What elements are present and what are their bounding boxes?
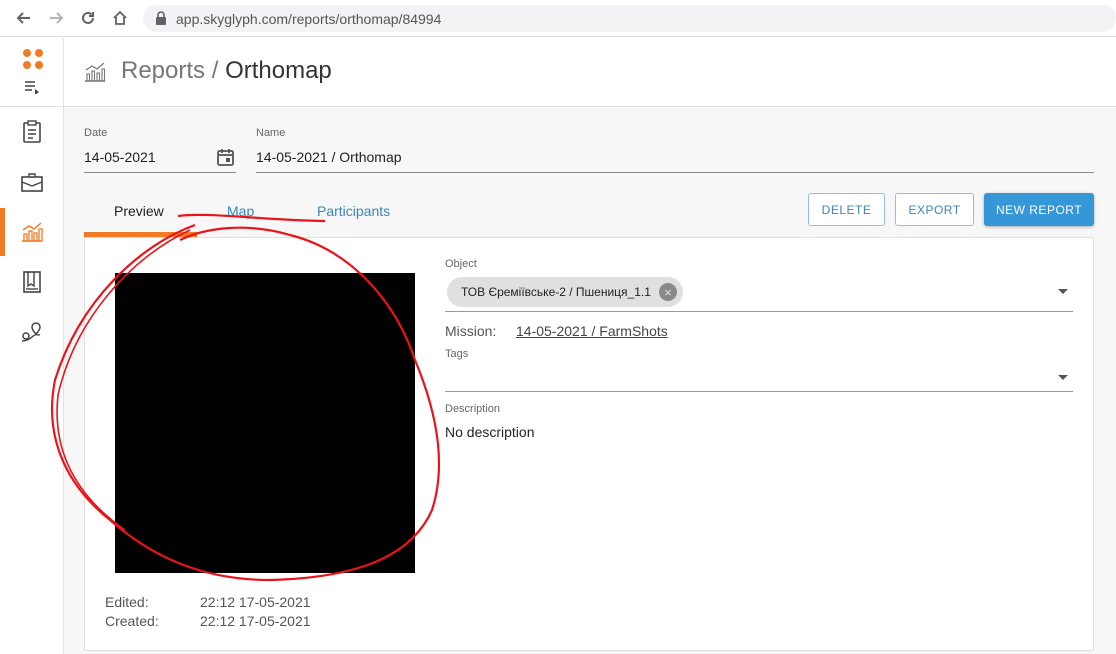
description-text: No description: [445, 424, 535, 440]
object-label: Object: [445, 258, 477, 270]
browser-toolbar: app.skyglyph.com/reports/orthomap/84994: [0, 0, 1116, 37]
breadcrumb-separator: /: [211, 57, 219, 84]
name-label: Name: [256, 127, 286, 139]
tab-participants[interactable]: Participants: [317, 203, 390, 219]
object-chip[interactable]: ТОВ Єреміївське-2 / Пшениця_1.1 ×: [447, 277, 683, 307]
breadcrumb-section[interactable]: Reports: [121, 57, 205, 84]
clipboard-icon: [23, 120, 41, 143]
sidebar-item-journal[interactable]: [0, 258, 64, 306]
route-icon: [21, 322, 41, 342]
calendar-icon[interactable]: [217, 148, 234, 171]
date-field[interactable]: 14-05-2021: [84, 149, 156, 165]
back-arrow-icon[interactable]: [13, 7, 35, 29]
mission-link[interactable]: 14-05-2021 / FarmShots: [516, 323, 668, 339]
report-content: Date 14-05-2021 Name 14-05-2021 / Orthom…: [64, 108, 1116, 654]
tags-dropdown-arrow-icon[interactable]: [1058, 375, 1068, 380]
chip-remove-icon[interactable]: ×: [658, 283, 677, 301]
menu-toggle-icon[interactable]: [24, 80, 40, 99]
address-bar[interactable]: app.skyglyph.com/reports/orthomap/84994: [143, 5, 1116, 32]
sidebar-item-reports[interactable]: [0, 208, 64, 256]
object-chip-label: ТОВ Єреміївське-2 / Пшениця_1.1: [461, 285, 651, 299]
sidebar-item-tasks[interactable]: [0, 108, 64, 156]
reload-icon[interactable]: [77, 7, 99, 29]
chart-icon: [22, 222, 43, 242]
sidebar: [0, 38, 64, 654]
lock-icon: [156, 11, 166, 25]
created-value: 22:12 17-05-2021: [200, 613, 311, 629]
tab-map[interactable]: Map: [227, 203, 254, 219]
tags-label: Tags: [445, 348, 469, 360]
edited-label: Edited:: [105, 594, 149, 610]
notebook-icon: [23, 271, 41, 293]
forward-arrow-icon[interactable]: [45, 7, 67, 29]
object-dropdown-arrow-icon[interactable]: [1058, 289, 1068, 294]
sidebar-item-routes[interactable]: [0, 308, 64, 356]
export-button[interactable]: EXPORT: [895, 193, 974, 226]
page-header: Reports / Orthomap: [64, 38, 1116, 107]
breadcrumb-current: Orthomap: [225, 57, 332, 84]
tags-input[interactable]: [445, 391, 1073, 392]
date-label: Date: [84, 127, 108, 139]
preview-card: Edited: 22:12 17-05-2021 Created: 22:12 …: [84, 237, 1094, 651]
orthomap-preview-image: [115, 273, 415, 573]
new-report-button[interactable]: NEW REPORT: [984, 193, 1094, 226]
page-title: Reports / Orthomap: [121, 57, 332, 85]
mission-label: Mission:: [445, 323, 497, 339]
reports-chart-icon: [84, 62, 106, 87]
delete-button[interactable]: DELETE: [808, 193, 885, 226]
briefcase-icon: [21, 173, 43, 192]
sidebar-item-projects[interactable]: [0, 158, 64, 206]
name-field[interactable]: 14-05-2021 / Orthomap: [256, 149, 402, 165]
url-text: app.skyglyph.com/reports/orthomap/84994: [176, 11, 442, 27]
apps-logo-icon[interactable]: [22, 48, 44, 75]
tab-preview[interactable]: Preview: [114, 203, 164, 219]
edited-value: 22:12 17-05-2021: [200, 594, 311, 610]
home-icon[interactable]: [109, 7, 131, 29]
description-label: Description: [445, 403, 501, 415]
details-panel: Object ТОВ Єреміївське-2 / Пшениця_1.1 ×…: [445, 238, 1075, 638]
created-label: Created:: [105, 613, 159, 629]
